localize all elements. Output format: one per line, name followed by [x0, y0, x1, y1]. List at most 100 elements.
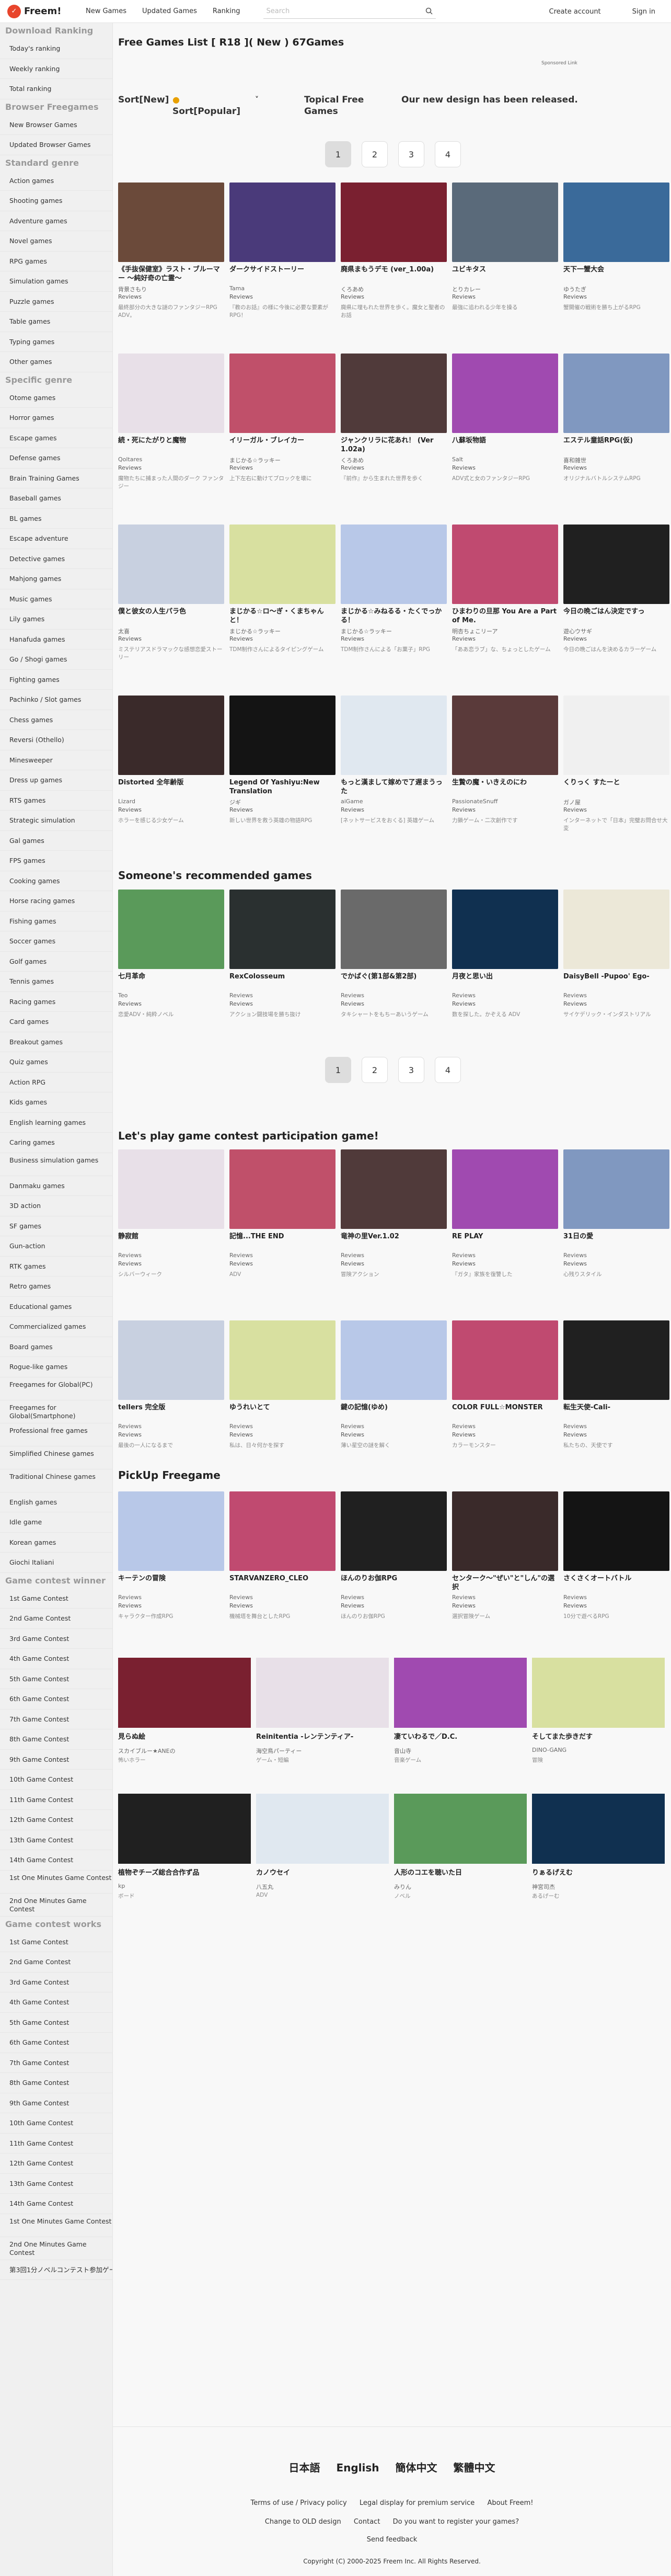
winner-game-card[interactable]: 見らぬ絵 スカイブルー★ANEの 怖いホラー: [118, 1658, 251, 1794]
game-thumbnail[interactable]: [563, 183, 669, 262]
game-title[interactable]: 《手抜保健室》ラスト・ブルーマー ～純好奇の亡霊～: [118, 265, 224, 283]
sidebar-item[interactable]: 6th Game Contest: [0, 2033, 112, 2053]
game-title[interactable]: ゆうれいとて: [229, 1403, 336, 1421]
sidebar-item[interactable]: Soccer games: [0, 931, 112, 952]
sidebar-item[interactable]: Defense games: [0, 448, 112, 469]
nav-ranking[interactable]: Ranking: [213, 7, 240, 15]
winner-game-thumbnail[interactable]: [256, 1794, 389, 1864]
game-thumbnail[interactable]: [341, 354, 447, 433]
game-card[interactable]: 八蘇坂物語 Salt Reviews ADV式と女のファンタジーRPG: [452, 354, 558, 525]
sidebar-item[interactable]: Weekly ranking: [0, 59, 112, 79]
game-card[interactable]: 今日の晩ごはん決定ですっ 遊心ウサギ Reviews 今日の晩ごはんを決めるカラーゲー…: [563, 525, 669, 696]
winner-game-card[interactable]: カノウセイ 八五丸 ADV: [256, 1794, 389, 1930]
winner-game-title[interactable]: そしてまた歩きだす: [532, 1731, 665, 1741]
sidebar-item[interactable]: Gal games: [0, 831, 112, 851]
lang-traditional-chinese[interactable]: 繁體中文: [453, 2461, 495, 2474]
game-card[interactable]: ダークサイドストーリー Tama Reviews 『教のお話』の様に今後に必要な要素が…: [229, 183, 336, 354]
game-thumbnail[interactable]: [229, 1320, 336, 1400]
winner-game-card[interactable]: りぁるげえむ 神宮司杰 あるげーむ: [532, 1794, 665, 1930]
game-thumbnail[interactable]: [229, 183, 336, 262]
winner-game-thumbnail[interactable]: [118, 1658, 251, 1728]
sidebar-item[interactable]: Freegames for Global(Smartphone): [0, 1400, 112, 1423]
sidebar-item[interactable]: Escape adventure: [0, 529, 112, 549]
lang-english[interactable]: English: [336, 2461, 379, 2474]
sidebar-item[interactable]: BL games: [0, 509, 112, 529]
game-card[interactable]: 廃県まもうデモ (ver_1.00a) くろあめ Reviews 廃県に埋もれた世界を…: [341, 183, 447, 354]
topical-free-games-tab[interactable]: Topical Free Games: [304, 94, 377, 117]
game-thumbnail[interactable]: [229, 1491, 336, 1571]
game-card[interactable]: 続・死にたがりと魔物 Qoltares Reviews 魔物たちに捕まった人間のダーク…: [118, 354, 224, 525]
game-title[interactable]: 八蘇坂物語: [452, 436, 558, 454]
register-games-link[interactable]: Do you want to register your games?: [393, 2518, 519, 2526]
sidebar-item[interactable]: 第3回1分ノベルコンテスト参加ゲーム: [0, 2260, 112, 2280]
game-card[interactable]: 月夜と思い出 Reviews Reviews 数を探した。かぞえる ADV: [452, 890, 558, 1036]
game-thumbnail[interactable]: [229, 890, 336, 969]
sidebar-item[interactable]: Updated Browser Games: [0, 135, 112, 155]
sidebar-item[interactable]: Horse racing games: [0, 891, 112, 911]
game-card[interactable]: くりっく すたーと ガノ屋 Reviews インターネットで「日本」完璧お問合せ大変: [563, 696, 669, 867]
sidebar-item[interactable]: Gun-action: [0, 1236, 112, 1257]
game-card[interactable]: 記憶...THE END Reviews Reviews ADV: [229, 1149, 336, 1320]
sidebar-item[interactable]: Caring games: [0, 1133, 112, 1153]
winner-game-thumbnail[interactable]: [256, 1658, 389, 1728]
lang-simplified-chinese[interactable]: 簡体中文: [396, 2461, 437, 2474]
game-thumbnail[interactable]: [118, 1491, 224, 1571]
sidebar-item[interactable]: 8th Game Contest: [0, 2073, 112, 2093]
sidebar-item[interactable]: Typing games: [0, 332, 112, 352]
page-4-button[interactable]: 4: [435, 1057, 461, 1083]
sidebar-item[interactable]: Professional free games: [0, 1423, 112, 1446]
game-card[interactable]: 鍵の記憶(ゆめ) Reviews Reviews 薄い星空の謎を解く: [341, 1320, 447, 1491]
game-card[interactable]: Distorted 全年齢版 Lizard Reviews ホラーを感じる少女ゲーム: [118, 696, 224, 867]
game-thumbnail[interactable]: [118, 1320, 224, 1400]
game-title[interactable]: 天下一蟹大会: [563, 265, 669, 283]
game-card[interactable]: 七月革命 Teo Reviews 恋愛ADV・純粋ノベル: [118, 890, 224, 1036]
nav-new-games[interactable]: New Games: [86, 7, 126, 15]
sidebar-item[interactable]: RTS games: [0, 791, 112, 811]
sidebar-item[interactable]: 8th Game Contest: [0, 1729, 112, 1750]
sidebar-item[interactable]: Puzzle games: [0, 292, 112, 312]
contact-link[interactable]: Contact: [354, 2518, 380, 2526]
send-feedback-link[interactable]: Send feedback: [367, 2536, 418, 2544]
winner-game-card[interactable]: そしてまた歩きだす DINO-GANG 冒険: [532, 1658, 665, 1794]
winner-game-thumbnail[interactable]: [394, 1794, 527, 1864]
game-thumbnail[interactable]: [452, 183, 558, 262]
game-thumbnail[interactable]: [118, 525, 224, 604]
game-title[interactable]: ひまわりの旦那 You Are a Part of Me.: [452, 607, 558, 625]
sidebar-item[interactable]: 13th Game Contest: [0, 2174, 112, 2194]
game-title[interactable]: 生贄の魔・いきえのにわ: [452, 778, 558, 796]
sidebar-item[interactable]: Mahjong games: [0, 569, 112, 589]
game-thumbnail[interactable]: [452, 354, 558, 433]
sidebar-item[interactable]: New Browser Games: [0, 115, 112, 135]
sidebar-item[interactable]: Adventure games: [0, 211, 112, 231]
game-title[interactable]: RE PLAY: [452, 1232, 558, 1250]
game-thumbnail[interactable]: [563, 354, 669, 433]
game-card[interactable]: もっと漢まして嫁めで了遅まうった aiGame Reviews [ネットサービスをおく…: [341, 696, 447, 867]
game-title[interactable]: 僕と彼女の人生パラ色: [118, 607, 224, 625]
game-title[interactable]: 静寂館: [118, 1232, 224, 1250]
winner-game-title[interactable]: Reinitentia -レンテンティア-: [256, 1731, 389, 1741]
game-card[interactable]: まじかる☆ロ〜ぎ・くまちゃんと！ まじかる☆ラッキー Reviews TDM制作さんに…: [229, 525, 336, 696]
game-title[interactable]: さくさくオートバトル: [563, 1574, 669, 1592]
legal-display-link[interactable]: Legal display for premium service: [360, 2499, 475, 2507]
game-title[interactable]: 記憶...THE END: [229, 1232, 336, 1250]
game-card[interactable]: 竜神の里Ver.1.02 Reviews Reviews 冒険アクション: [341, 1149, 447, 1320]
sidebar-item[interactable]: Music games: [0, 589, 112, 609]
winner-game-card[interactable]: Reinitentia -レンテンティア- 海空鳥パーティー ゲーム・短編: [256, 1658, 389, 1794]
sidebar-item[interactable]: Fighting games: [0, 670, 112, 690]
page-4-button[interactable]: 4: [435, 141, 461, 167]
page-1-button[interactable]: 1: [325, 141, 351, 167]
sidebar-item[interactable]: 10th Game Contest: [0, 1770, 112, 1790]
sidebar-item[interactable]: Detective games: [0, 549, 112, 569]
game-title[interactable]: 七月革命: [118, 972, 224, 990]
sidebar-item[interactable]: RTK games: [0, 1257, 112, 1276]
sidebar-item[interactable]: Minesweeper: [0, 750, 112, 770]
sidebar-item[interactable]: 1st One Minutes Game Contest: [0, 2214, 112, 2237]
sidebar-item[interactable]: FPS games: [0, 851, 112, 871]
sidebar-item[interactable]: Hanafuda games: [0, 630, 112, 649]
search-input[interactable]: Search: [267, 7, 290, 15]
game-title[interactable]: STARVANZERO_CLEO: [229, 1574, 336, 1592]
search-icon[interactable]: [425, 7, 433, 15]
sidebar-item[interactable]: Commercialized games: [0, 1317, 112, 1337]
sidebar-item[interactable]: Shooting games: [0, 191, 112, 211]
sidebar-item[interactable]: 7th Game Contest: [0, 2053, 112, 2073]
